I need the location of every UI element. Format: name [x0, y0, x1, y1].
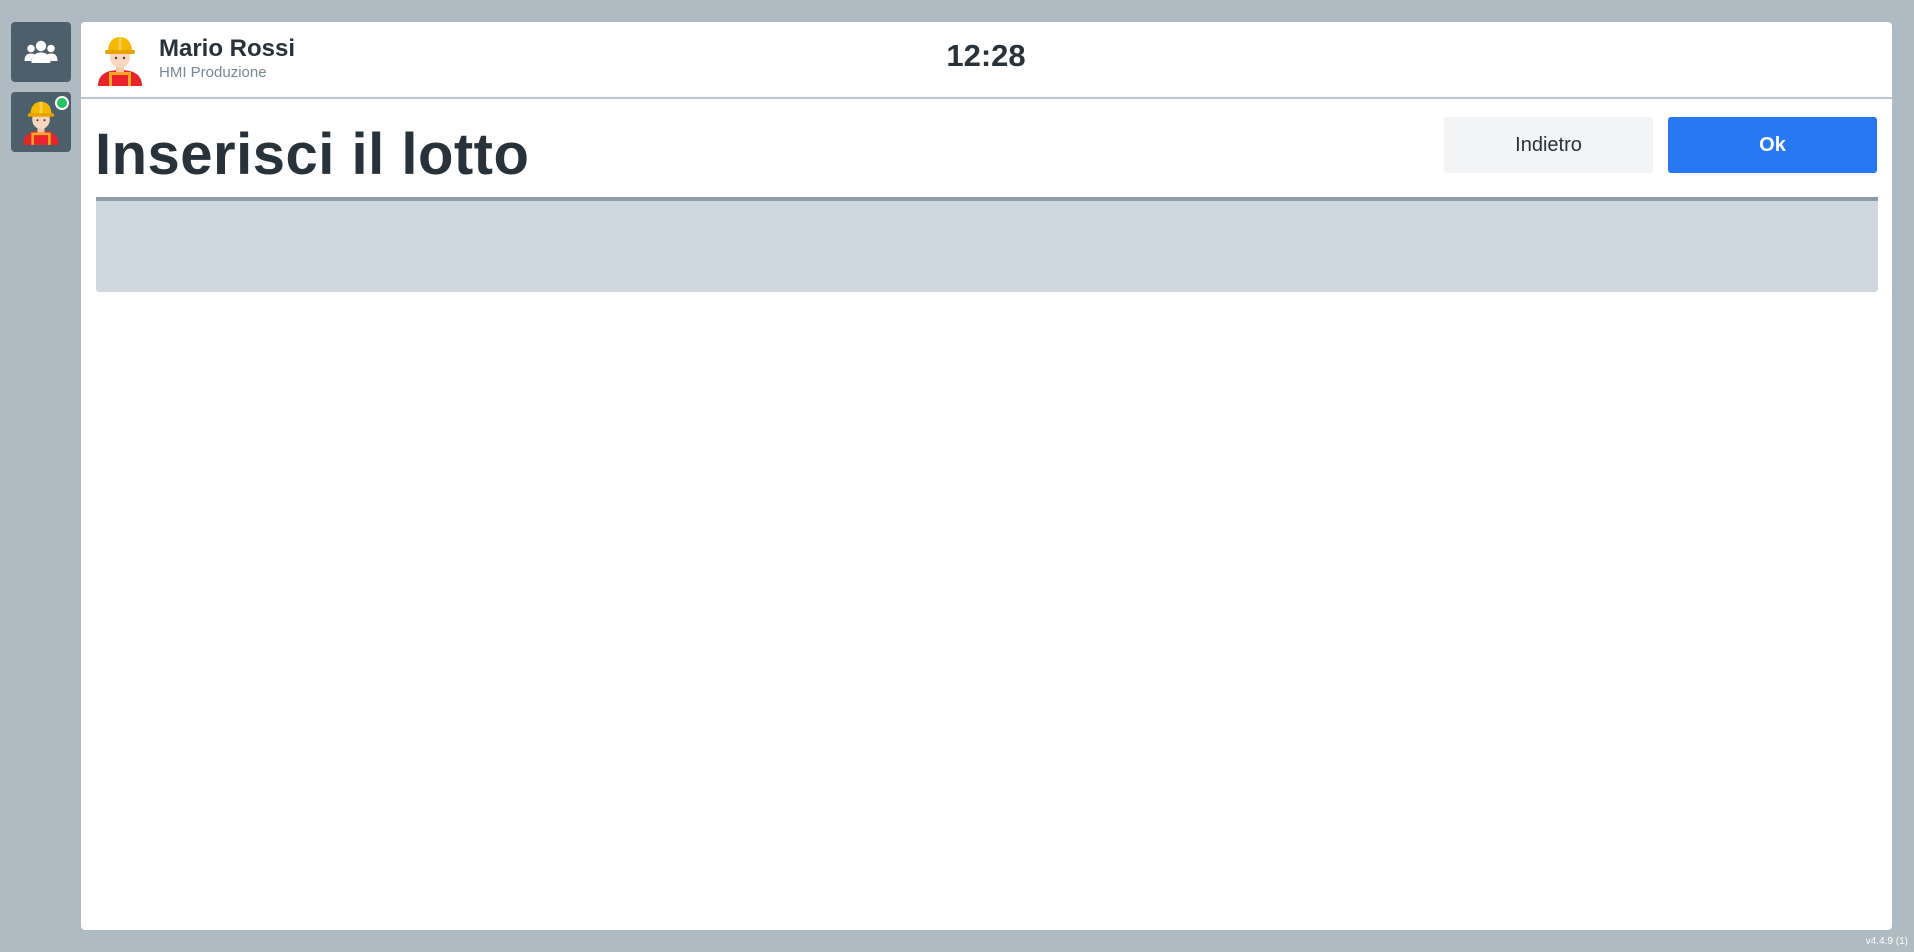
ok-button[interactable]: Ok [1668, 117, 1877, 173]
sidebar [11, 22, 71, 162]
back-button[interactable]: Indietro [1444, 117, 1653, 173]
lot-input[interactable] [96, 201, 1878, 292]
version-label: v4.4.9 (1) [1865, 936, 1908, 947]
user-info: Mario Rossi HMI Produzione [159, 35, 295, 83]
users-group-icon [24, 40, 58, 63]
user-role: HMI Produzione [159, 63, 267, 81]
sidebar-item-operator[interactable] [11, 92, 71, 152]
user-avatar [98, 36, 142, 86]
online-status-badge [55, 96, 69, 110]
page-title: Inserisci il lotto [95, 122, 530, 187]
clock: 12:28 [946, 38, 1026, 73]
header: Mario Rossi HMI Produzione 12:28 [81, 22, 1892, 99]
user-name: Mario Rossi [159, 34, 296, 62]
sidebar-item-users[interactable] [11, 22, 71, 82]
app-root: Mario Rossi HMI Produzione 12:28 Inseris… [0, 0, 1914, 952]
title-row: Inserisci il lotto Indietro Ok [81, 99, 1892, 199]
main-panel: Mario Rossi HMI Produzione 12:28 Inseris… [81, 22, 1892, 930]
